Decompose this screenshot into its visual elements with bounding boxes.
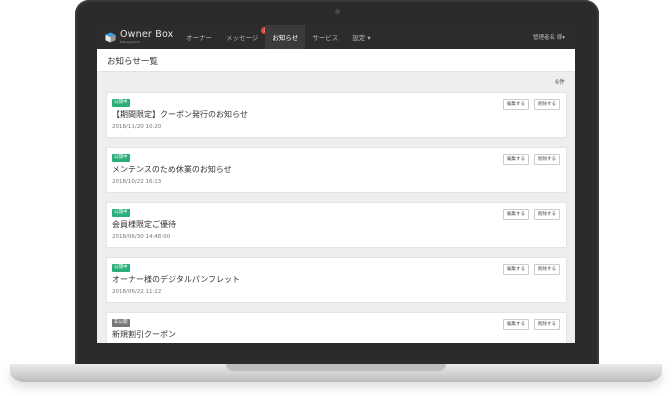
- notice-date: 2018/06/30 14:48:00: [112, 234, 171, 240]
- notice-card: 公開中 【期間限定】クーポン発行のお知らせ 2018/11/20 10:20 編…: [106, 92, 567, 138]
- user-menu[interactable]: 管理者名 様▾: [533, 33, 565, 41]
- delete-button[interactable]: 削除する: [534, 154, 560, 165]
- brand[interactable]: Owner Box Management: [105, 30, 179, 44]
- delete-button[interactable]: 削除する: [534, 319, 560, 330]
- brand-subtitle: Management: [120, 39, 140, 44]
- nav-item-messages[interactable]: メッセージ 3: [219, 25, 269, 49]
- edit-button[interactable]: 編集する: [503, 99, 529, 110]
- app-screen: Owner Box Management オーナー メッセージ 3 お知らせ サ…: [97, 25, 575, 343]
- page-title: お知らせ一覧: [107, 57, 158, 67]
- notice-title[interactable]: 会員様限定ご優待: [112, 219, 176, 230]
- nav-item-services[interactable]: サービス: [305, 25, 345, 49]
- status-badge: 公開中: [112, 209, 130, 217]
- notice-title[interactable]: 【期間限定】クーポン発行のお知らせ: [112, 109, 248, 120]
- notice-card: 公開中 会員様限定ご優待 2018/06/30 14:48:00 編集する 削除…: [106, 202, 567, 248]
- notice-card: 公開中 オーナー様のデジタルパンフレット 2018/06/22 11:22 編集…: [106, 257, 567, 303]
- navbar: Owner Box Management オーナー メッセージ 3 お知らせ サ…: [97, 25, 575, 49]
- camera-icon: [335, 9, 340, 14]
- edit-button[interactable]: 編集する: [503, 264, 529, 275]
- notice-count: 6件: [555, 79, 565, 86]
- box-logo-icon: [105, 31, 116, 43]
- page-header: お知らせ一覧: [97, 49, 575, 72]
- notice-title[interactable]: 新規割引クーポン: [112, 329, 176, 340]
- status-badge: 公開中: [112, 154, 130, 162]
- nav-item-settings[interactable]: 設定 ▾: [345, 25, 377, 49]
- notice-title[interactable]: オーナー様のデジタルパンフレット: [112, 274, 240, 285]
- brand-name: Owner Box: [120, 29, 174, 41]
- status-badge: 非公開: [112, 319, 130, 327]
- notice-card: 公開中 メンテンスのため休業のお知らせ 2018/10/22 16:13 編集す…: [106, 147, 567, 193]
- nav-item-notices[interactable]: お知らせ: [265, 25, 306, 49]
- notice-date: 2018/11/20 10:20: [112, 124, 162, 130]
- delete-button[interactable]: 削除する: [534, 209, 560, 220]
- edit-button[interactable]: 編集する: [503, 319, 529, 330]
- edit-button[interactable]: 編集する: [503, 209, 529, 220]
- notice-date: 2018/06/22 11:22: [112, 289, 162, 295]
- notice-title[interactable]: メンテンスのため休業のお知らせ: [112, 164, 232, 175]
- delete-button[interactable]: 削除する: [534, 264, 560, 275]
- notice-card: 非公開 新規割引クーポン 編集する 削除する: [106, 312, 567, 343]
- laptop-notch: [226, 364, 446, 371]
- nav-item-owner[interactable]: オーナー: [179, 25, 219, 49]
- edit-button[interactable]: 編集する: [503, 154, 529, 165]
- notice-date: 2018/10/22 16:13: [112, 179, 162, 185]
- delete-button[interactable]: 削除する: [534, 99, 560, 110]
- status-badge: 公開中: [112, 264, 130, 272]
- status-badge: 公開中: [112, 99, 130, 107]
